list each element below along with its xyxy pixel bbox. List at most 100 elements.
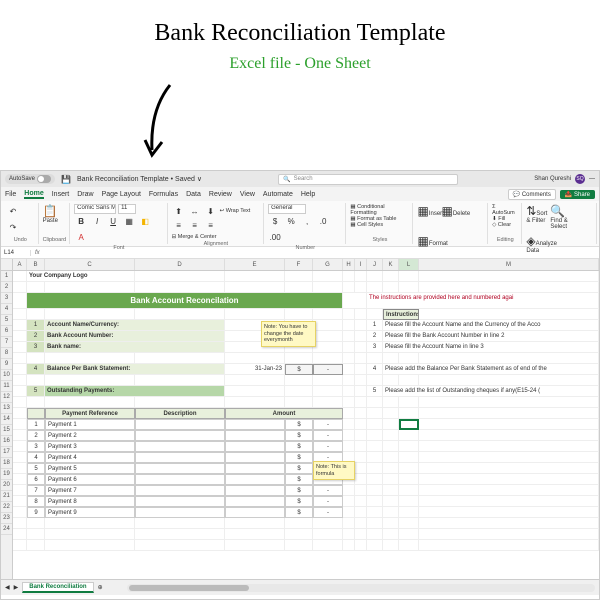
cell[interactable] <box>367 375 383 386</box>
cell[interactable] <box>135 474 225 485</box>
font-select[interactable]: Comic Sans MS <box>74 204 116 214</box>
cell[interactable]: 1 <box>27 320 45 331</box>
cell[interactable] <box>343 364 355 375</box>
cell[interactable] <box>355 485 367 496</box>
cell[interactable] <box>343 331 355 342</box>
italic-icon[interactable]: I <box>90 214 104 228</box>
cell[interactable] <box>367 441 383 452</box>
cell[interactable]: - <box>313 441 343 452</box>
cell[interactable] <box>355 342 367 353</box>
tab-review[interactable]: Review <box>209 191 232 198</box>
cell[interactable] <box>313 397 343 408</box>
cell[interactable] <box>225 441 285 452</box>
cell[interactable] <box>13 507 27 518</box>
cell[interactable] <box>343 342 355 353</box>
cell[interactable] <box>13 320 27 331</box>
col-header-F[interactable]: F <box>285 259 313 270</box>
cell[interactable] <box>135 540 225 551</box>
cell[interactable] <box>13 430 27 441</box>
cell[interactable] <box>419 430 599 441</box>
cell[interactable] <box>225 375 285 386</box>
cell[interactable] <box>343 293 367 309</box>
cell[interactable] <box>225 386 285 397</box>
cell[interactable] <box>13 408 27 419</box>
cell[interactable] <box>367 430 383 441</box>
cell[interactable] <box>419 309 599 320</box>
cell[interactable] <box>343 496 355 507</box>
cell[interactable] <box>383 529 399 540</box>
tab-data[interactable]: Data <box>186 191 201 198</box>
cell[interactable] <box>27 397 45 408</box>
cell[interactable]: - <box>313 496 343 507</box>
cell[interactable] <box>367 474 383 485</box>
cell[interactable] <box>399 540 419 551</box>
name-box[interactable]: L14 <box>1 250 31 256</box>
cell[interactable] <box>13 386 27 397</box>
cell[interactable]: Payment 7 <box>45 485 135 496</box>
cell[interactable]: Payment 8 <box>45 496 135 507</box>
col-header-G[interactable]: G <box>313 259 343 270</box>
cell[interactable] <box>135 419 225 430</box>
cell[interactable] <box>419 419 599 430</box>
cell[interactable]: 4 <box>27 364 45 375</box>
cell[interactable] <box>355 474 367 485</box>
col-header-L[interactable]: L <box>399 259 419 270</box>
paste-button[interactable]: 📋Paste <box>43 204 65 232</box>
cell[interactable] <box>27 309 45 320</box>
cell[interactable]: $ <box>285 441 313 452</box>
cell[interactable]: - <box>313 419 343 430</box>
cell[interactable] <box>419 507 599 518</box>
cell[interactable]: 5 <box>367 386 383 397</box>
cell[interactable] <box>135 485 225 496</box>
cell[interactable] <box>399 441 419 452</box>
row-header-1[interactable]: 1 <box>1 271 12 282</box>
cell[interactable] <box>399 518 419 529</box>
align-right-icon[interactable]: ≡ <box>204 218 218 232</box>
row-header-12[interactable]: 12 <box>1 392 12 403</box>
autosave-toggle[interactable]: AutoSave <box>5 174 55 184</box>
cell[interactable] <box>399 375 419 386</box>
row-header-18[interactable]: 18 <box>1 458 12 469</box>
row-header-4[interactable]: 4 <box>1 304 12 315</box>
cell[interactable] <box>383 518 399 529</box>
cell[interactable]: Your Company Logo <box>27 271 135 282</box>
row-header-15[interactable]: 15 <box>1 425 12 436</box>
align-left-icon[interactable]: ≡ <box>172 218 186 232</box>
cell[interactable] <box>399 529 419 540</box>
cell[interactable] <box>343 518 355 529</box>
cell[interactable] <box>45 529 135 540</box>
cell[interactable] <box>383 474 399 485</box>
cell[interactable]: 6 <box>27 474 45 485</box>
cell[interactable] <box>13 342 27 353</box>
cell[interactable] <box>225 540 285 551</box>
cell[interactable] <box>27 408 45 419</box>
cell[interactable] <box>27 529 45 540</box>
cell[interactable]: 3 <box>27 342 45 353</box>
cell[interactable] <box>367 529 383 540</box>
cell[interactable] <box>45 353 135 364</box>
row-header-14[interactable]: 14 <box>1 414 12 425</box>
tab-nav-next-icon[interactable]: ▶ <box>14 584 19 591</box>
horizontal-scrollbar[interactable] <box>127 584 595 592</box>
share-button[interactable]: 📤 Share <box>560 190 595 199</box>
analyze-button[interactable]: ◈Analyze Data <box>526 234 548 262</box>
cell[interactable]: 8 <box>27 496 45 507</box>
cell[interactable] <box>383 419 399 430</box>
search-input[interactable]: 🔍 Search <box>278 174 458 185</box>
cell[interactable] <box>343 441 355 452</box>
note-formula[interactable]: Note: This is formula <box>313 461 355 480</box>
cell[interactable] <box>13 485 27 496</box>
row-header-8[interactable]: 8 <box>1 348 12 359</box>
file-name[interactable]: Bank Reconciliation Template • Saved ∨ <box>77 175 202 183</box>
clear-button[interactable]: ◇ Clear <box>492 222 511 228</box>
cell[interactable]: 7 <box>27 485 45 496</box>
cell[interactable]: 9 <box>27 507 45 518</box>
percent-icon[interactable]: % <box>284 214 298 228</box>
cell[interactable] <box>343 540 355 551</box>
cell[interactable] <box>355 397 367 408</box>
cell[interactable]: $ <box>285 364 313 375</box>
cell[interactable] <box>383 430 399 441</box>
cell[interactable] <box>419 397 599 408</box>
cell[interactable] <box>313 282 343 293</box>
avatar[interactable]: SQ <box>575 174 585 184</box>
